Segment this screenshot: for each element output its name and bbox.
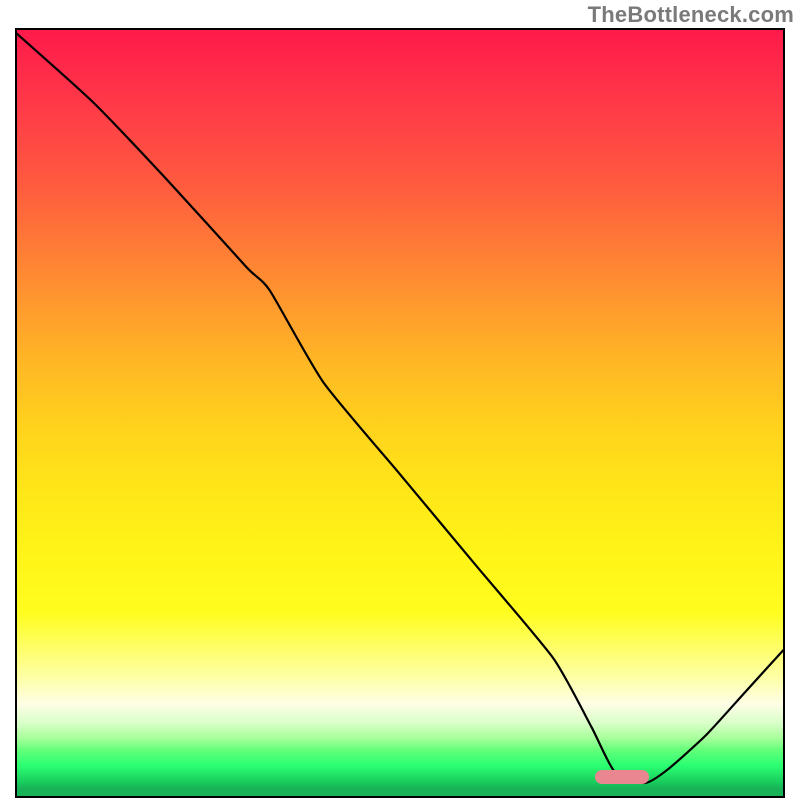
chart-container: TheBottleneck.com [0, 0, 800, 800]
optimal-marker [595, 770, 649, 784]
watermark-text: TheBottleneck.com [588, 2, 794, 28]
main-curve [17, 34, 783, 783]
plot-area [15, 28, 785, 798]
curve-layer [17, 30, 783, 796]
